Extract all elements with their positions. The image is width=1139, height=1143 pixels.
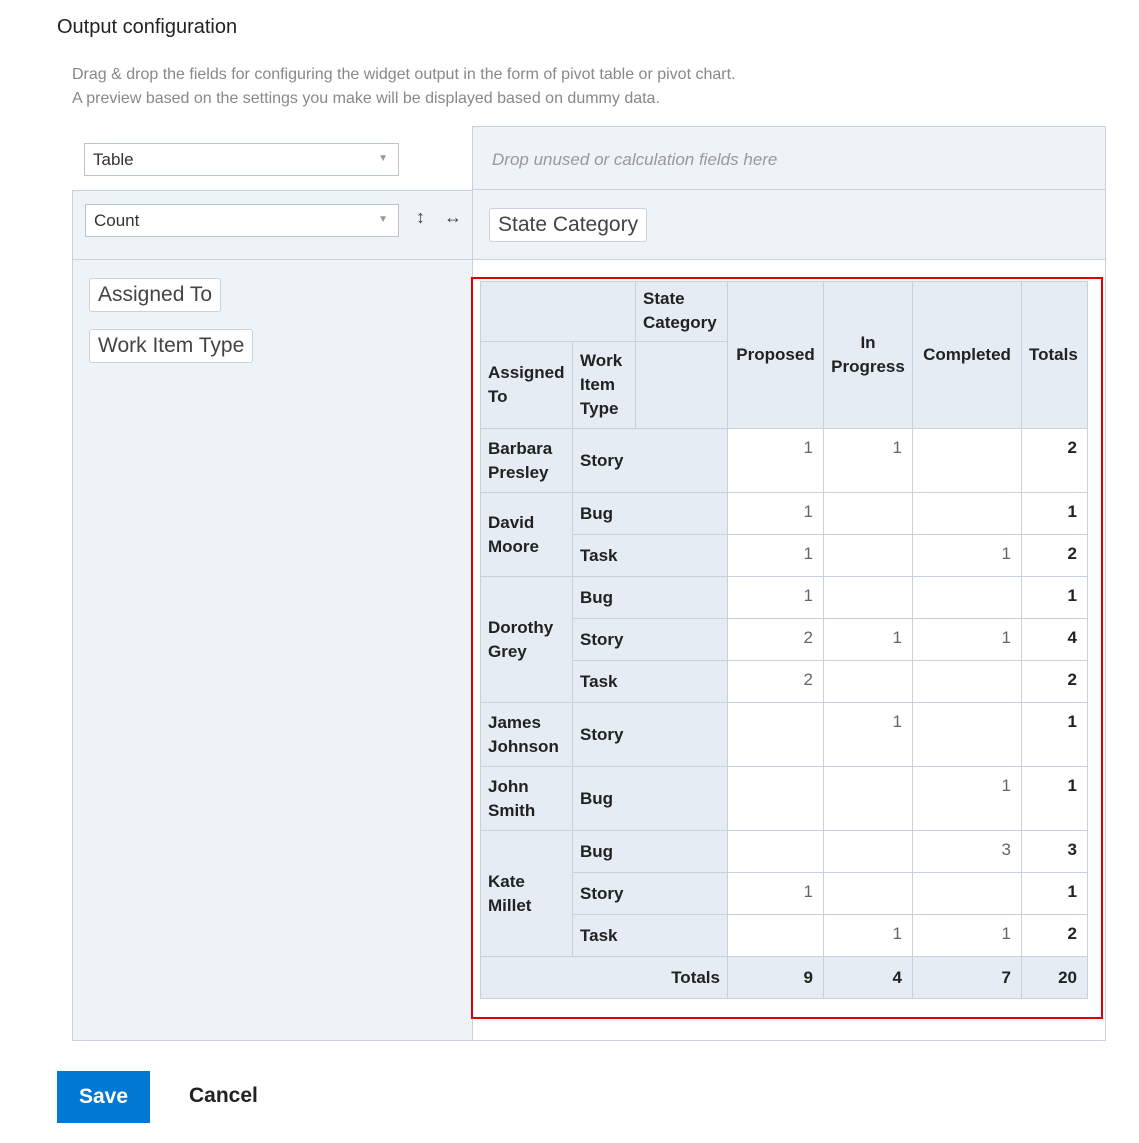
save-button[interactable]: Save bbox=[57, 1071, 150, 1123]
field-chip-state-category[interactable]: State Category bbox=[489, 208, 648, 242]
section-title: Output configuration bbox=[57, 16, 238, 38]
cancel-button[interactable]: Cancel bbox=[189, 1084, 258, 1108]
view-type-select-value: Table bbox=[93, 150, 134, 169]
field-chip-assigned-to[interactable]: Assigned To bbox=[89, 278, 222, 312]
chevron-down-icon: ▼ bbox=[378, 153, 388, 164]
horizontal-arrows-icon[interactable]: ↔ bbox=[444, 207, 462, 228]
view-type-select[interactable]: Table ▼ bbox=[84, 143, 399, 176]
aggregation-select-value: Count bbox=[94, 211, 140, 230]
field-chip-work-item-type[interactable]: Work Item Type bbox=[89, 329, 254, 363]
vertical-arrows-icon[interactable]: ↕ bbox=[416, 207, 425, 228]
section-description-line-2: A preview based on the settings you make… bbox=[72, 90, 660, 107]
section-description-line-1: Drag & drop the fields for configuring t… bbox=[72, 66, 736, 83]
row-fields-zone bbox=[72, 260, 472, 1041]
aggregation-select[interactable]: Count ▼ bbox=[85, 204, 399, 237]
drop-hint: Drop unused or calculation fields here bbox=[492, 150, 778, 169]
chevron-down-icon: ▼ bbox=[378, 214, 388, 225]
preview-highlight-frame bbox=[471, 277, 1103, 1019]
